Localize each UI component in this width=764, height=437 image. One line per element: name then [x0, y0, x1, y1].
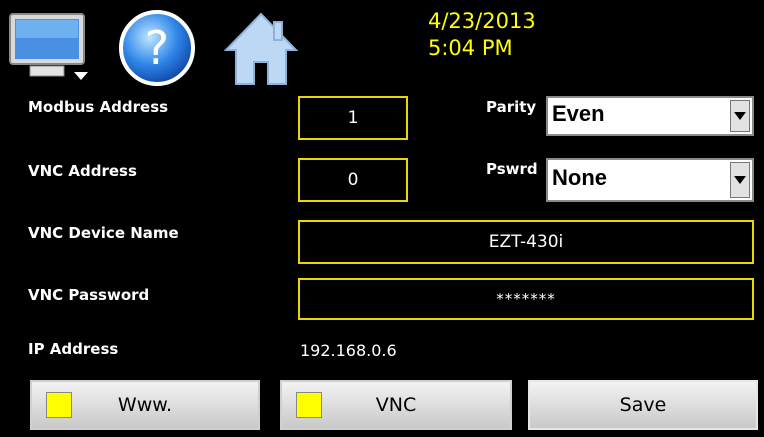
time-display: 5:04 PM — [428, 36, 513, 60]
www-indicator — [46, 392, 72, 418]
modbus-address-input[interactable]: 1 — [298, 96, 408, 140]
help-icon[interactable]: ? — [118, 8, 196, 88]
save-button-label: Save — [619, 394, 667, 416]
pswrd-select[interactable]: None — [546, 158, 754, 202]
save-button[interactable]: Save — [528, 380, 758, 430]
monitor-icon[interactable] — [8, 8, 94, 88]
vnc-password-input[interactable]: ******* — [298, 278, 754, 320]
parity-select[interactable]: Even — [546, 96, 754, 136]
chevron-down-icon[interactable] — [730, 100, 750, 132]
vnc-address-input[interactable]: 0 — [298, 158, 408, 202]
vnc-address-label: VNC Address — [28, 162, 137, 180]
vnc-button-label: VNC — [375, 394, 417, 416]
modbus-address-label: Modbus Address — [28, 98, 169, 116]
www-button[interactable]: Www. — [30, 380, 260, 430]
pswrd-selected-value: None — [552, 165, 607, 190]
svg-text:?: ? — [145, 21, 169, 75]
ip-address-label: IP Address — [28, 340, 119, 358]
www-button-label: Www. — [117, 394, 173, 416]
parity-label: Parity — [486, 98, 537, 116]
vnc-button[interactable]: VNC — [280, 380, 512, 430]
parity-selected-value: Even — [552, 101, 605, 126]
home-icon[interactable] — [224, 8, 298, 88]
chevron-down-icon[interactable] — [730, 162, 750, 198]
vnc-device-name-label: VNC Device Name — [28, 224, 179, 242]
vnc-password-label: VNC Password — [28, 286, 150, 304]
ip-address-value: 192.168.0.6 — [300, 341, 397, 360]
vnc-device-name-input[interactable]: EZT-430i — [298, 220, 754, 264]
date-display: 4/23/2013 — [428, 9, 536, 33]
pswrd-label: Pswrd — [486, 160, 538, 178]
vnc-indicator — [296, 392, 322, 418]
